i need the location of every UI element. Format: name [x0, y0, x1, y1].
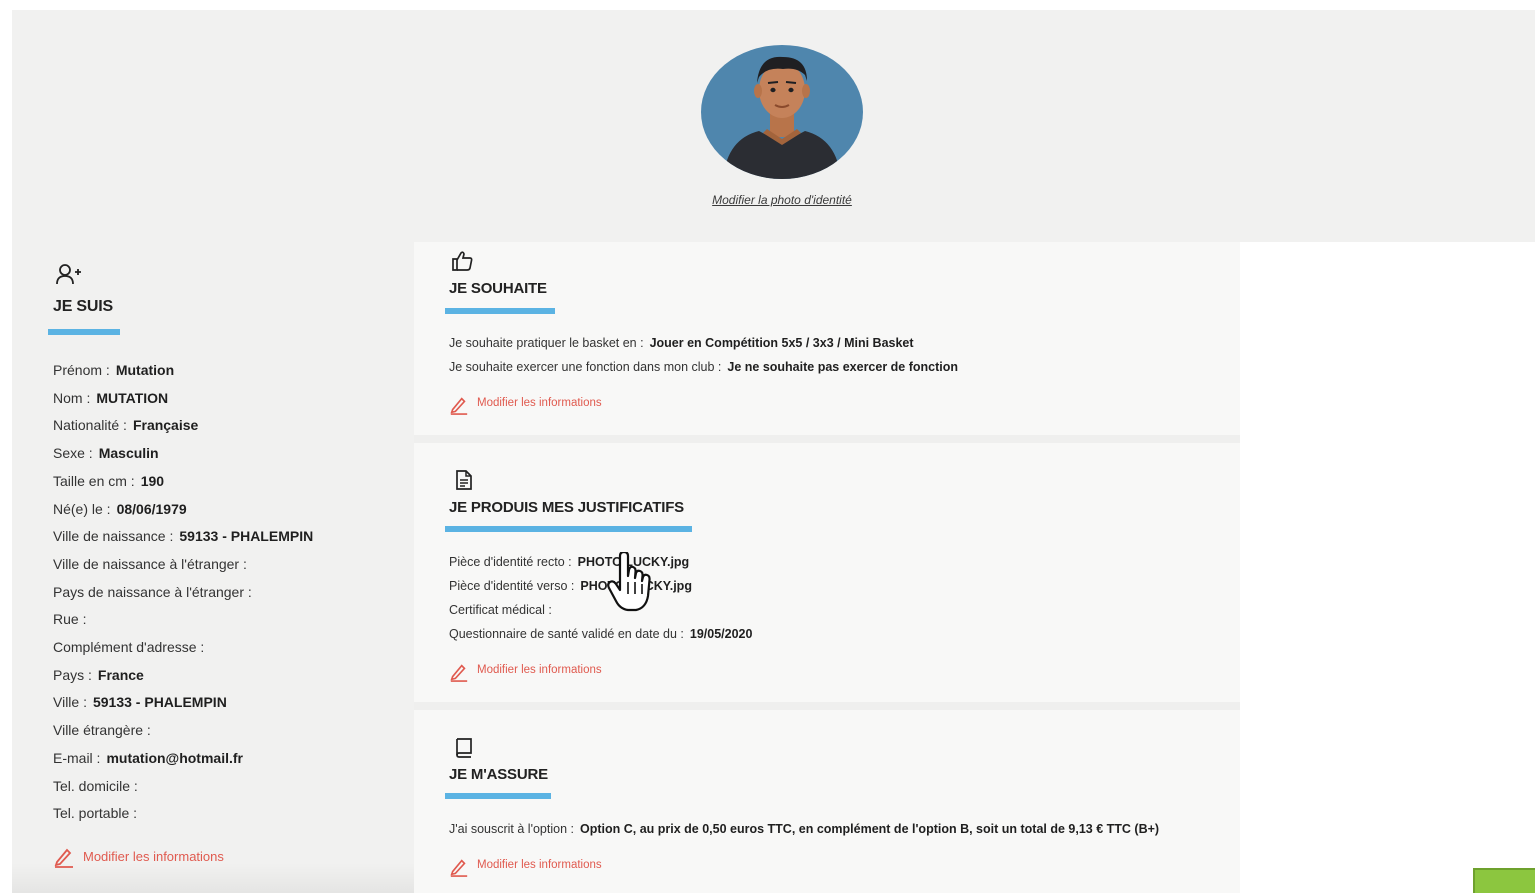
je-suis-field: Nom : MUTATION	[53, 390, 168, 406]
je-suis-field: Tel. domicile :	[53, 778, 144, 794]
assurance-row-option: J'ai souscrit à l'option : Option C, au p…	[449, 822, 1160, 836]
assurance-edit-link[interactable]: Modifier les informations	[449, 856, 602, 878]
pencil-icon	[450, 397, 468, 415]
je-suis-field: Taille en cm : 190	[53, 473, 164, 489]
change-photo-link[interactable]: Modifier la photo d'identité	[600, 193, 964, 207]
je-suis-field: Rue :	[53, 611, 92, 627]
field-value: mutation@hotmail.fr	[106, 750, 243, 766]
green-action-button[interactable]	[1473, 868, 1535, 893]
justif-row-id-front: Pièce d'identité recto : PHOTO LUCKY.jpg	[449, 555, 690, 569]
book-icon	[456, 738, 472, 758]
section-separator	[414, 702, 1240, 710]
field-label: Sexe :	[53, 445, 93, 461]
je-suis-field: Pays de naissance à l'étranger :	[53, 584, 258, 600]
justif-row-id-back: Pièce d'identité verso : PHOTO LUCKY.jpg	[449, 579, 692, 593]
field-value: 190	[140, 473, 165, 489]
je-suis-field: Tel. portable :	[53, 805, 143, 821]
thumbs-up-icon	[452, 251, 473, 271]
section-separator	[414, 435, 1240, 443]
je-suis-field: E-mail : mutation@hotmail.fr	[53, 750, 243, 766]
field-label: Né(e) le :	[53, 501, 111, 517]
field-label: Pays de naissance à l'étranger :	[53, 584, 252, 600]
id-front-file[interactable]: PHOTO LUCKY.jpg	[578, 555, 690, 569]
field-label: Tel. domicile :	[53, 778, 138, 794]
je-suis-field: Complément d'adresse :	[53, 639, 210, 655]
justif-row-medical: Certificat médical :	[449, 603, 552, 617]
je-souhaite-edit-link[interactable]: Modifier les informations	[449, 394, 602, 416]
field-value: Masculin	[98, 445, 159, 461]
field-label: Ville :	[53, 694, 87, 710]
je-suis-field: Ville de naissance : 59133 - PHALEMPIN	[53, 528, 313, 544]
je-souhaite-underline	[445, 308, 555, 314]
je-suis-field: Né(e) le : 08/06/1979	[53, 501, 187, 517]
document-icon	[456, 470, 472, 490]
je-souhaite-edit-label: Modifier les informations	[477, 397, 602, 409]
justificatifs-edit-label: Modifier les informations	[477, 664, 602, 676]
souhaite-row-practice: Je souhaite pratiquer le basket en : Joue…	[449, 336, 914, 350]
pencil-icon	[54, 848, 73, 868]
field-value: 59133 - PHALEMPIN	[179, 528, 314, 544]
field-label: Tel. portable :	[53, 805, 138, 821]
user-plus-icon	[56, 264, 81, 285]
justificatifs-underline	[445, 526, 692, 532]
field-label: Ville de naissance :	[53, 528, 174, 544]
je-suis-edit-link[interactable]: Modifier les informations	[53, 846, 224, 868]
field-value: MUTATION	[96, 390, 169, 406]
field-label: E-mail :	[53, 750, 101, 766]
justificatifs-title: JE PRODUIS MES JUSTIFICATIFS	[449, 499, 684, 516]
je-suis-field: Ville : 59133 - PHALEMPIN	[53, 694, 227, 710]
je-suis-field: Ville de naissance à l'étranger :	[53, 556, 253, 572]
field-label: Rue :	[53, 611, 87, 627]
field-value: France	[97, 667, 144, 683]
field-label: Complément d'adresse :	[53, 639, 205, 655]
field-label: Taille en cm :	[53, 473, 135, 489]
je-suis-field: Sexe : Masculin	[53, 445, 159, 461]
field-label: Pays :	[53, 667, 92, 683]
je-suis-edit-label: Modifier les informations	[83, 849, 224, 864]
souhaite-row-function: Je souhaite exercer une fonction dans mo…	[449, 360, 959, 374]
justif-row-health: Questionnaire de santé validé en date du…	[449, 627, 753, 641]
je-suis-title: JE SUIS	[53, 298, 113, 315]
je-suis-underline	[48, 329, 120, 335]
field-label: Nom :	[53, 390, 91, 406]
assurance-edit-label: Modifier les informations	[477, 859, 602, 871]
field-label: Prénom :	[53, 362, 110, 378]
field-label: Nationalité :	[53, 417, 127, 433]
field-value: Française	[132, 417, 199, 433]
id-back-file[interactable]: PHOTO LUCKY.jpg	[580, 579, 692, 593]
justificatifs-edit-link[interactable]: Modifier les informations	[449, 661, 602, 683]
profile-avatar[interactable]	[701, 45, 863, 179]
assurance-title: JE M'ASSURE	[449, 766, 548, 783]
je-souhaite-title: JE SOUHAITE	[449, 280, 547, 297]
field-value: 08/06/1979	[116, 501, 187, 517]
je-suis-field: Prénom : Mutation	[53, 362, 174, 378]
je-suis-field: Ville étrangère :	[53, 722, 157, 738]
assurance-underline	[445, 793, 551, 799]
pencil-icon	[450, 664, 468, 682]
field-value: Mutation	[115, 362, 175, 378]
je-suis-field: Nationalité : Française	[53, 417, 198, 433]
je-suis-field: Pays : France	[53, 667, 144, 683]
field-label: Ville de naissance à l'étranger :	[53, 556, 247, 572]
field-label: Ville étrangère :	[53, 722, 151, 738]
pencil-icon	[450, 859, 468, 877]
field-value: 59133 - PHALEMPIN	[92, 694, 227, 710]
